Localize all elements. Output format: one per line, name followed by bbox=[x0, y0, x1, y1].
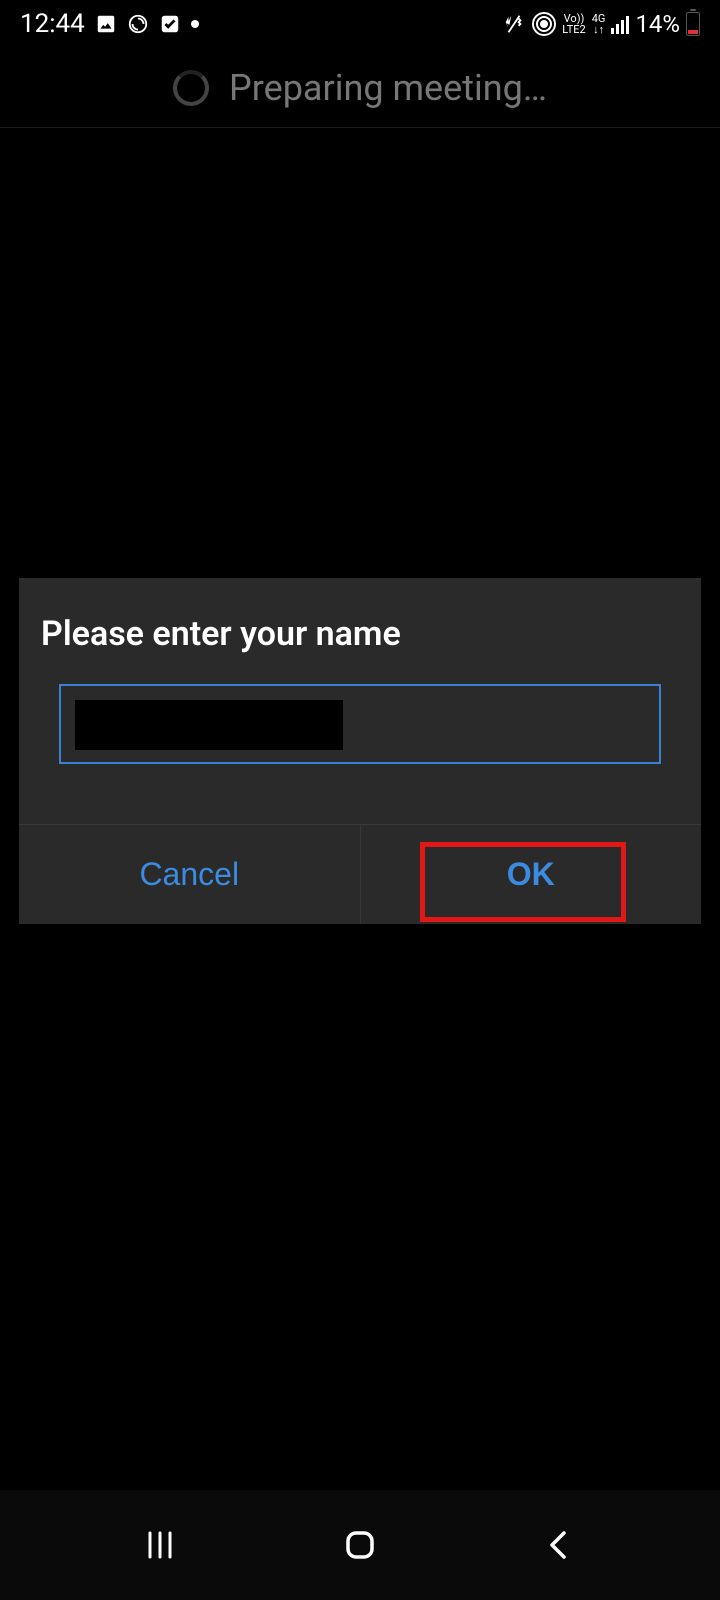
name-entry-dialog: Please enter your name Cancel OK bbox=[19, 578, 701, 924]
clock: 12:44 bbox=[20, 9, 85, 39]
battery-percent: 14% bbox=[635, 10, 680, 38]
status-bar: 12:44 Vo)) LTE2 4G ↓↑ 14% bbox=[0, 0, 720, 48]
battery-icon bbox=[686, 12, 700, 36]
data-label: 4G ↓↑ bbox=[592, 13, 606, 35]
cancel-button[interactable]: Cancel bbox=[19, 825, 361, 924]
status-right: Vo)) LTE2 4G ↓↑ 14% bbox=[502, 10, 700, 38]
loading-header: Preparing meeting… bbox=[0, 48, 720, 128]
status-left: 12:44 bbox=[20, 9, 199, 39]
back-button[interactable] bbox=[530, 1515, 590, 1575]
hotspot-icon bbox=[532, 12, 556, 36]
loading-text: Preparing meeting… bbox=[229, 67, 547, 109]
sync-icon bbox=[127, 13, 149, 35]
checkbox-icon bbox=[159, 13, 181, 35]
redacted-name bbox=[75, 700, 343, 750]
ok-button[interactable]: OK bbox=[361, 825, 702, 924]
dialog-input-wrap bbox=[19, 684, 701, 824]
recents-button[interactable] bbox=[130, 1515, 190, 1575]
vibrate-icon bbox=[502, 13, 526, 35]
navigation-bar bbox=[0, 1490, 720, 1600]
volte-label: Vo)) LTE2 bbox=[562, 13, 585, 35]
dialog-buttons: Cancel OK bbox=[19, 824, 701, 924]
signal-icon bbox=[611, 14, 629, 34]
name-input[interactable] bbox=[59, 684, 661, 764]
dot-icon bbox=[191, 20, 199, 28]
gallery-icon bbox=[95, 13, 117, 35]
spinner-icon bbox=[173, 70, 209, 106]
home-button[interactable] bbox=[330, 1515, 390, 1575]
dialog-title: Please enter your name bbox=[19, 578, 701, 684]
